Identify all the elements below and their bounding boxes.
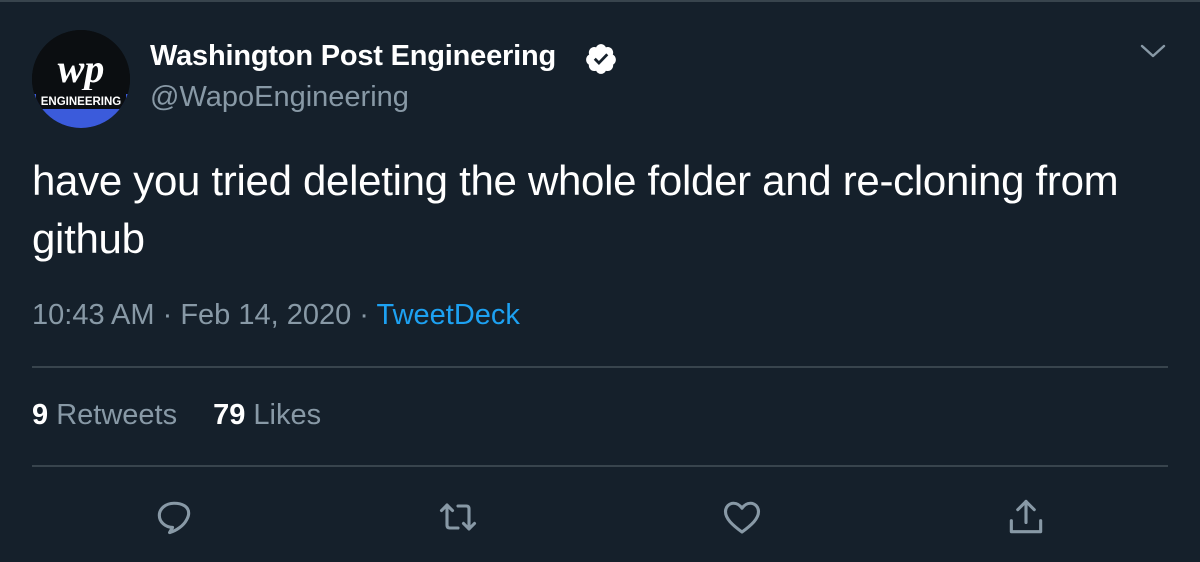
- retweets-stat[interactable]: 9 Retweets: [32, 399, 177, 431]
- likes-stat[interactable]: 79 Likes: [213, 399, 321, 431]
- tweet-card: wp ENGINEERING Washington Post Engineeri…: [0, 0, 1200, 562]
- retweet-icon: [439, 503, 477, 531]
- divider: [32, 465, 1168, 467]
- wapo-logo: wp ENGINEERING: [32, 30, 130, 128]
- likes-count: 79: [213, 399, 246, 431]
- tweet-date[interactable]: Feb 14, 2020: [180, 299, 351, 331]
- divider: [32, 366, 1168, 368]
- likes-label: Likes: [253, 399, 322, 431]
- avatar[interactable]: wp ENGINEERING: [32, 30, 130, 128]
- avatar-badge-text: ENGINEERING: [41, 96, 122, 108]
- chevron-down-icon[interactable]: [1138, 40, 1168, 62]
- meta-separator: ·: [351, 299, 377, 331]
- author-name[interactable]: Washington Post Engineering: [150, 40, 556, 73]
- like-icon: [723, 501, 761, 534]
- tweet-time[interactable]: 10:43 AM: [32, 299, 155, 331]
- share-button[interactable]: [1004, 495, 1048, 539]
- avatar-logo-text: wp: [58, 46, 105, 91]
- tweet-stats: 9 Retweets 79 Likes: [32, 399, 321, 432]
- reply-icon: [157, 501, 191, 535]
- verified-badge-icon: [586, 44, 616, 74]
- meta-separator: ·: [154, 299, 181, 331]
- like-button[interactable]: [720, 495, 764, 539]
- retweets-count: 9: [32, 399, 49, 431]
- tweet-source-link[interactable]: TweetDeck: [376, 299, 519, 331]
- share-icon: [1009, 499, 1043, 534]
- author-handle[interactable]: @WapoEngineering: [150, 81, 409, 114]
- tweet-text: have you tried deleting the whole folder…: [32, 157, 1119, 262]
- reply-button[interactable]: [152, 495, 196, 539]
- retweets-label: Retweets: [56, 399, 178, 431]
- tweet-meta: 10:43 AM · Feb 14, 2020 · TweetDeck: [32, 299, 520, 332]
- retweet-button[interactable]: [436, 495, 480, 539]
